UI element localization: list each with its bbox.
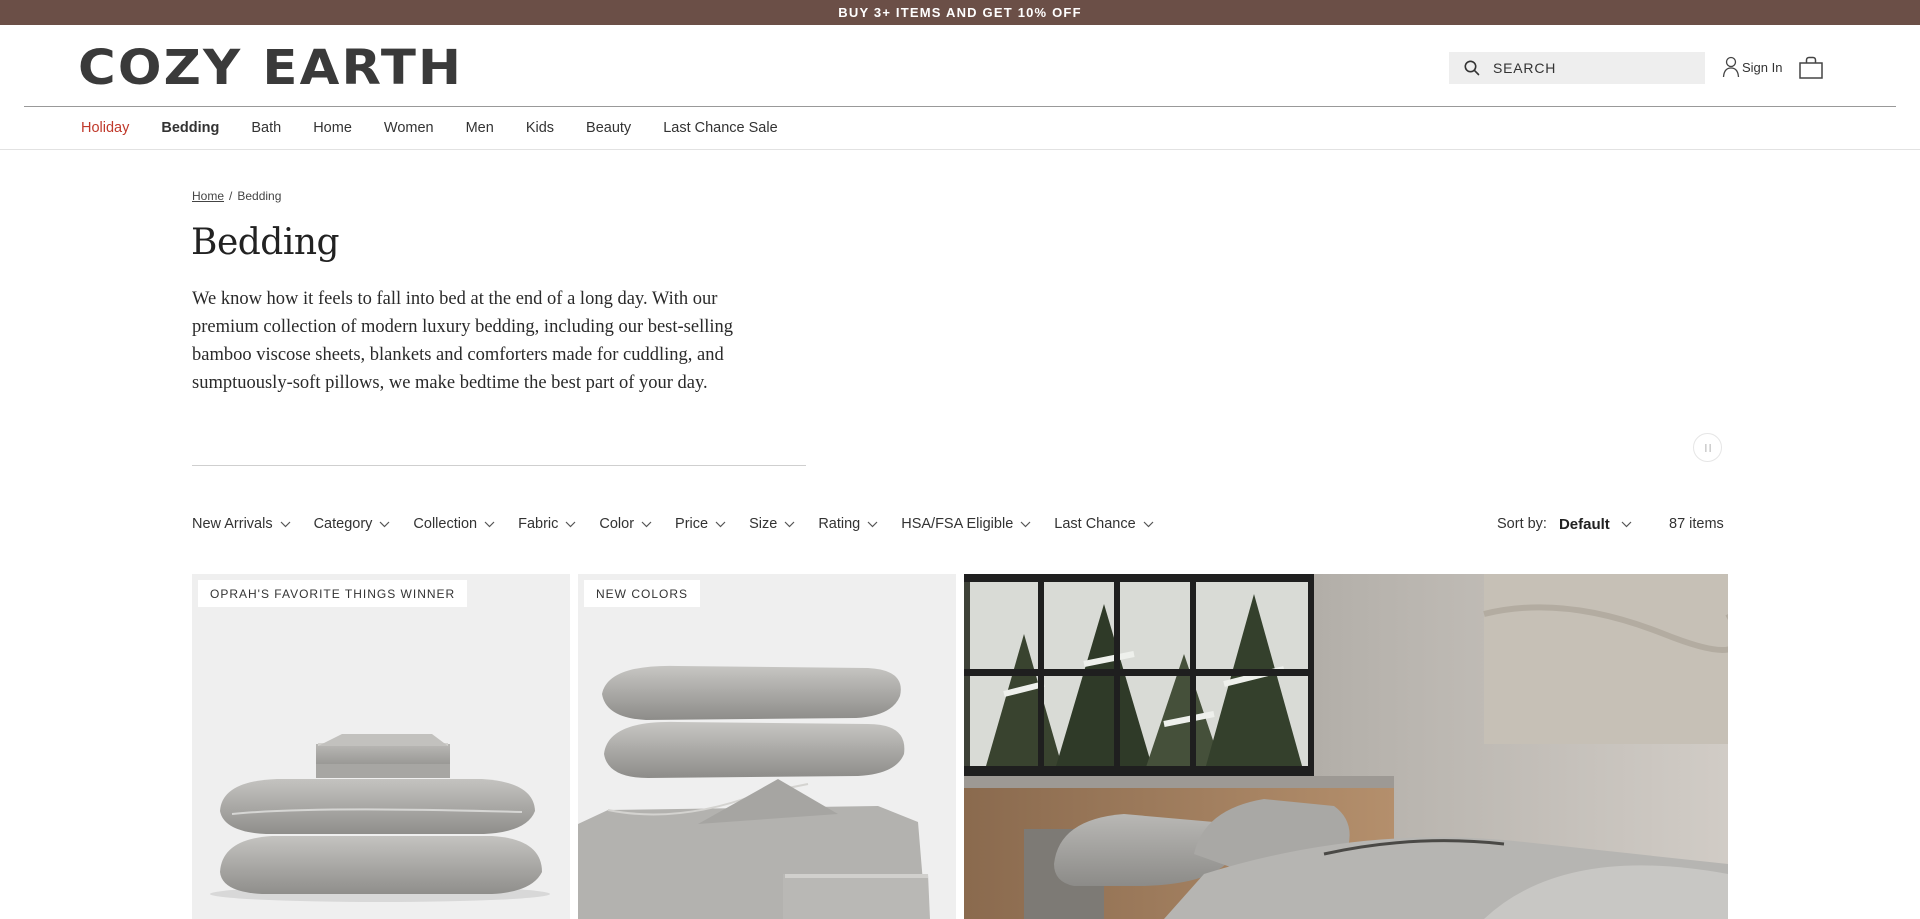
breadcrumb-separator: / [229, 189, 233, 203]
breadcrumb-current: Bedding [237, 189, 282, 203]
filter-label: Fabric [518, 516, 559, 532]
nav-item-bedding[interactable]: Bedding [161, 120, 219, 136]
filter-new-arrivals[interactable]: New Arrivals [192, 516, 291, 532]
filter-collection[interactable]: Collection [413, 516, 495, 532]
filter-color[interactable]: Color [599, 516, 652, 532]
filter-category[interactable]: Category [314, 516, 391, 532]
sort-value[interactable]: Default [1559, 516, 1610, 533]
breadcrumb: Home / Bedding [192, 189, 281, 203]
nav-item-women[interactable]: Women [384, 120, 434, 136]
chevron-down-icon [379, 521, 390, 528]
sort-control[interactable]: Sort by: Default [1497, 514, 1632, 534]
chevron-down-icon [1143, 521, 1154, 528]
nav-item-last-chance-sale[interactable]: Last Chance Sale [663, 120, 777, 136]
folded-sheet-set-image [210, 734, 550, 902]
pause-icon[interactable] [1693, 433, 1722, 462]
filter-bar: New Arrivals Category Collection Fabric … [192, 514, 1177, 534]
user-icon [1722, 56, 1740, 78]
chevron-down-icon [565, 521, 576, 528]
page-description: We know how it feels to fall into bed at… [192, 289, 734, 393]
filter-label: Category [313, 516, 373, 532]
main-nav: Holiday Bedding Bath Home Women Men Kids… [0, 107, 1920, 149]
nav-item-men[interactable]: Men [466, 120, 494, 136]
chevron-down-icon[interactable] [1621, 521, 1632, 528]
product-badge: NEW COLORS [584, 580, 701, 607]
promo-banner[interactable]: BUY 3+ ITEMS AND GET 10% OFF [0, 0, 1920, 25]
filter-label: Collection [413, 516, 478, 532]
item-count: 87 items [1669, 516, 1724, 532]
search-icon [1463, 59, 1481, 77]
filter-label: HSA/FSA Eligible [901, 516, 1014, 532]
filter-price[interactable]: Price [675, 516, 726, 532]
chevron-down-icon [1020, 521, 1031, 528]
filter-hsa-fsa-eligible[interactable]: HSA/FSA Eligible [901, 516, 1031, 532]
filter-label: New Arrivals [192, 516, 273, 532]
filter-label: Rating [818, 516, 861, 532]
description-divider [192, 465, 806, 466]
nav-item-beauty[interactable]: Beauty [586, 120, 631, 136]
site-header: COZY EARTH Sign In [0, 25, 1920, 107]
chevron-down-icon [784, 521, 795, 528]
product-card[interactable]: OPRAH'S FAVORITE THINGS WINNER [192, 574, 570, 919]
chevron-down-icon [715, 521, 726, 528]
filter-label: Color [599, 516, 635, 532]
sign-in-link[interactable]: Sign In [1722, 56, 1782, 78]
chevron-down-icon [484, 521, 495, 528]
search-input[interactable] [1493, 60, 1683, 76]
filter-label: Size [749, 516, 778, 532]
bedroom-lifestyle-image [964, 574, 1728, 919]
breadcrumb-home-link[interactable]: Home [192, 189, 224, 203]
sign-in-label: Sign In [1742, 59, 1783, 75]
filter-label: Price [675, 516, 709, 532]
chevron-down-icon [641, 521, 652, 528]
nav-item-kids[interactable]: Kids [526, 120, 554, 136]
chevron-down-icon [280, 521, 291, 528]
product-card[interactable]: NEW COLORS [578, 574, 956, 919]
product-card[interactable] [964, 574, 1728, 919]
pillows-and-duvet-image [578, 665, 930, 919]
page-title: Bedding [191, 222, 340, 263]
nav-item-bath[interactable]: Bath [251, 120, 281, 136]
filter-fabric[interactable]: Fabric [518, 516, 576, 532]
nav-item-home[interactable]: Home [313, 120, 352, 136]
filter-rating[interactable]: Rating [818, 516, 878, 532]
filter-label: Last Chance [1054, 516, 1136, 532]
search-box[interactable] [1449, 52, 1705, 84]
sort-label: Sort by: [1497, 516, 1547, 532]
promo-text: BUY 3+ ITEMS AND GET 10% OFF [838, 5, 1082, 20]
filter-last-chance[interactable]: Last Chance [1054, 516, 1154, 532]
product-badge: OPRAH'S FAVORITE THINGS WINNER [198, 580, 468, 607]
nav-item-holiday[interactable]: Holiday [81, 120, 129, 136]
site-logo[interactable]: COZY EARTH [78, 44, 463, 92]
chevron-down-icon [867, 521, 878, 528]
shopping-bag-icon[interactable] [1798, 56, 1824, 80]
nav-divider [0, 149, 1920, 150]
filter-size[interactable]: Size [749, 516, 795, 532]
